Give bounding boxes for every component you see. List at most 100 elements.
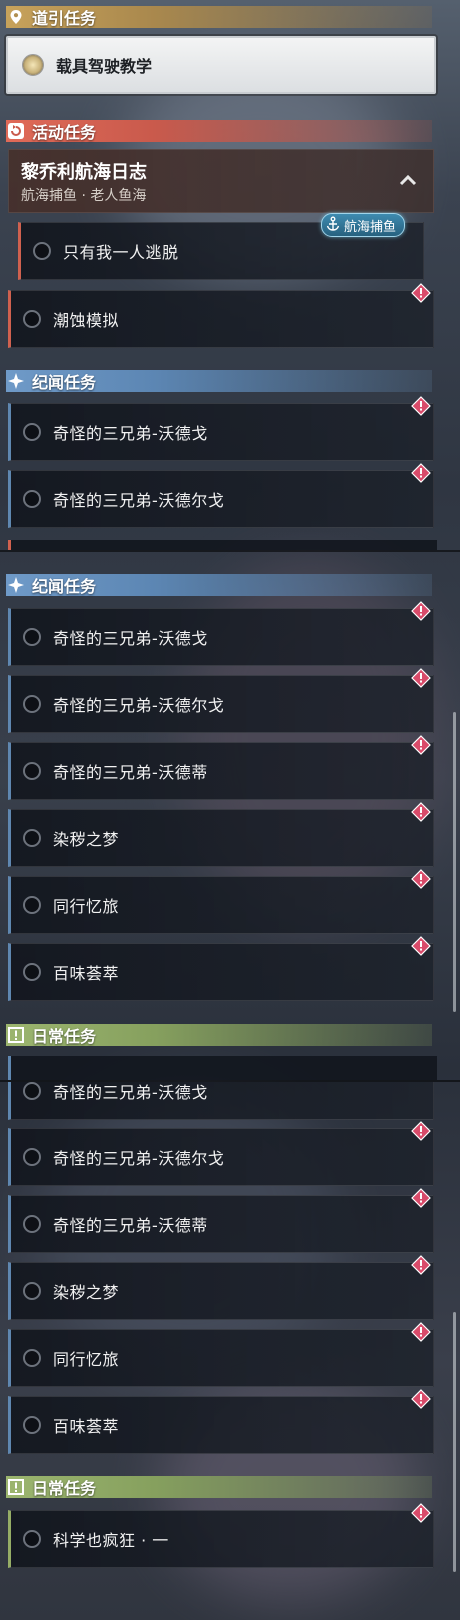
quest-label: 染秽之梦 <box>53 830 120 849</box>
alert-diamond-icon <box>411 601 431 621</box>
quest-card[interactable]: 科学也疯狂 · 一 <box>8 1503 434 1568</box>
alert-diamond-icon <box>411 802 431 822</box>
quest-radio[interactable] <box>23 1349 41 1367</box>
quest-tag: 航海捕鱼 <box>320 213 405 237</box>
alert-diamond-icon <box>411 735 431 755</box>
quest-label: 奇怪的三兄弟-沃德戈 <box>53 424 208 443</box>
alert-diamond-icon <box>411 1503 431 1523</box>
quest-card[interactable]: 只有我一人逃脱 航海捕鱼 <box>18 213 424 280</box>
section-header-lore: 纪闻任务 <box>6 574 432 596</box>
quest-card[interactable]: 奇怪的三兄弟-沃德戈 <box>8 601 434 666</box>
quest-radio[interactable] <box>23 963 41 981</box>
quest-radio[interactable] <box>23 628 41 646</box>
quest-label: 奇怪的三兄弟-沃德戈 <box>53 629 208 648</box>
quest-card[interactable]: 奇怪的三兄弟-沃德尔戈 <box>8 463 434 528</box>
alert-diamond-icon <box>411 668 431 688</box>
alert-diamond-icon <box>411 1188 431 1208</box>
alert-diamond-icon <box>411 1121 431 1141</box>
quest-label: 载具驾驶教学 <box>56 57 153 76</box>
quest-label: 奇怪的三兄弟-沃德尔戈 <box>53 696 225 715</box>
section-title: 道引任务 <box>32 9 97 28</box>
quest-label: 同行忆旅 <box>53 1350 120 1369</box>
quest-card[interactable]: 奇怪的三兄弟-沃德尔戈 <box>8 668 434 733</box>
quest-card[interactable]: 染秽之梦 <box>8 802 434 867</box>
quest-radio[interactable] <box>23 423 41 441</box>
quest-card[interactable]: 百味荟萃 <box>8 936 434 1001</box>
chevron-up-icon[interactable] <box>397 170 419 192</box>
quest-radio[interactable] <box>23 1082 41 1100</box>
quest-label: 奇怪的三兄弟-沃德蒂 <box>53 1216 208 1235</box>
quest-label: 奇怪的三兄弟-沃德蒂 <box>53 763 208 782</box>
section-title: 活动任务 <box>32 123 97 142</box>
quest-card[interactable]: 同行忆旅 <box>8 869 434 934</box>
quest-radio[interactable] <box>23 1416 41 1434</box>
quest-radio[interactable] <box>23 829 41 847</box>
event-chain-card[interactable]: 黎乔利航海日志 航海捕鱼 · 老人鱼海 <box>8 149 434 213</box>
quest-label: 百味荟萃 <box>53 1417 120 1436</box>
alert-diamond-icon <box>411 869 431 889</box>
segment-3: 奇怪的三兄弟-沃德戈 奇怪的三兄弟-沃德尔戈 奇怪的三兄弟-沃德蒂 染秽之梦 同… <box>0 1082 460 1620</box>
quest-radio[interactable] <box>22 54 44 76</box>
map-pin-icon <box>6 7 26 27</box>
quest-radio[interactable] <box>23 1215 41 1233</box>
chain-title: 黎乔利航海日志 <box>21 162 147 183</box>
quest-card[interactable]: 奇怪的三兄弟-沃德蒂 <box>8 1188 434 1253</box>
quest-label: 潮蚀模拟 <box>53 311 120 330</box>
quest-label: 只有我一人逃脱 <box>63 243 179 262</box>
quest-tag-label: 航海捕鱼 <box>343 219 396 235</box>
quest-radio[interactable] <box>23 1530 41 1548</box>
quest-radio[interactable] <box>23 896 41 914</box>
quest-label: 染秽之梦 <box>53 1283 120 1302</box>
section-title: 纪闻任务 <box>32 373 97 392</box>
quest-card[interactable]: 奇怪的三兄弟-沃德蒂 <box>8 735 434 800</box>
alert-diamond-icon <box>411 283 431 303</box>
alert-diamond-icon <box>411 396 431 416</box>
event-refresh-icon <box>6 121 26 141</box>
section-header-daily: 日常任务 <box>6 1024 432 1046</box>
alert-diamond-icon <box>411 463 431 483</box>
quest-card[interactable]: 百味荟萃 <box>8 1389 434 1454</box>
anchor-icon <box>326 216 340 231</box>
section-title: 日常任务 <box>32 1479 97 1498</box>
alert-diamond-icon <box>411 1389 431 1409</box>
section-header-event: 活动任务 <box>6 120 432 142</box>
quest-radio[interactable] <box>23 1282 41 1300</box>
quest-radio[interactable] <box>23 695 41 713</box>
quest-card[interactable]: 奇怪的三兄弟-沃德戈 <box>8 396 434 461</box>
quest-label: 奇怪的三兄弟-沃德尔戈 <box>53 491 225 510</box>
quest-label: 百味荟萃 <box>53 964 120 983</box>
segment-2: 纪闻任务 奇怪的三兄弟-沃德戈 奇怪的三兄弟-沃德尔戈 奇怪的三兄弟-沃德蒂 染… <box>0 552 460 1080</box>
section-header-guide: 道引任务 <box>6 6 432 28</box>
quest-radio[interactable] <box>23 1148 41 1166</box>
exclamation-box-icon <box>6 1025 26 1045</box>
alert-diamond-icon <box>411 1322 431 1342</box>
quest-card[interactable]: 同行忆旅 <box>8 1322 434 1387</box>
alert-diamond-icon <box>411 936 431 956</box>
section-header-lore: 纪闻任务 <box>6 370 432 392</box>
chain-subtitle: 航海捕鱼 · 老人鱼海 <box>21 188 147 204</box>
quest-card[interactable]: 奇怪的三兄弟-沃德尔戈 <box>8 1121 434 1186</box>
sparkle-icon <box>6 575 26 595</box>
alert-diamond-icon <box>411 1255 431 1275</box>
section-title: 纪闻任务 <box>32 577 97 596</box>
quest-label: 同行忆旅 <box>53 897 120 916</box>
quest-card[interactable]: 奇怪的三兄弟-沃德戈 <box>8 1082 434 1120</box>
section-title: 日常任务 <box>32 1027 97 1046</box>
guide-quest-card[interactable]: 载具驾驶教学 <box>6 36 436 94</box>
quest-label: 奇怪的三兄弟-沃德戈 <box>53 1083 208 1102</box>
quest-card[interactable]: 染秽之梦 <box>8 1255 434 1320</box>
quest-label: 奇怪的三兄弟-沃德尔戈 <box>53 1149 225 1168</box>
partial-card-edge <box>8 540 437 550</box>
quest-card[interactable]: 潮蚀模拟 <box>8 283 434 348</box>
quest-radio[interactable] <box>23 490 41 508</box>
scrollbar[interactable] <box>453 712 456 1012</box>
quest-radio[interactable] <box>23 310 41 328</box>
quest-radio[interactable] <box>33 242 51 260</box>
exclamation-box-icon <box>6 1477 26 1497</box>
quest-radio[interactable] <box>23 762 41 780</box>
partial-card-edge <box>8 1056 437 1080</box>
segment-1: 道引任务 载具驾驶教学 活动任务 黎乔利航海日志 航海捕鱼 · 老人鱼海 只有我… <box>0 0 460 550</box>
quest-label: 科学也疯狂 · 一 <box>53 1531 169 1550</box>
sparkle-icon <box>6 371 26 391</box>
scrollbar[interactable] <box>453 1312 456 1572</box>
